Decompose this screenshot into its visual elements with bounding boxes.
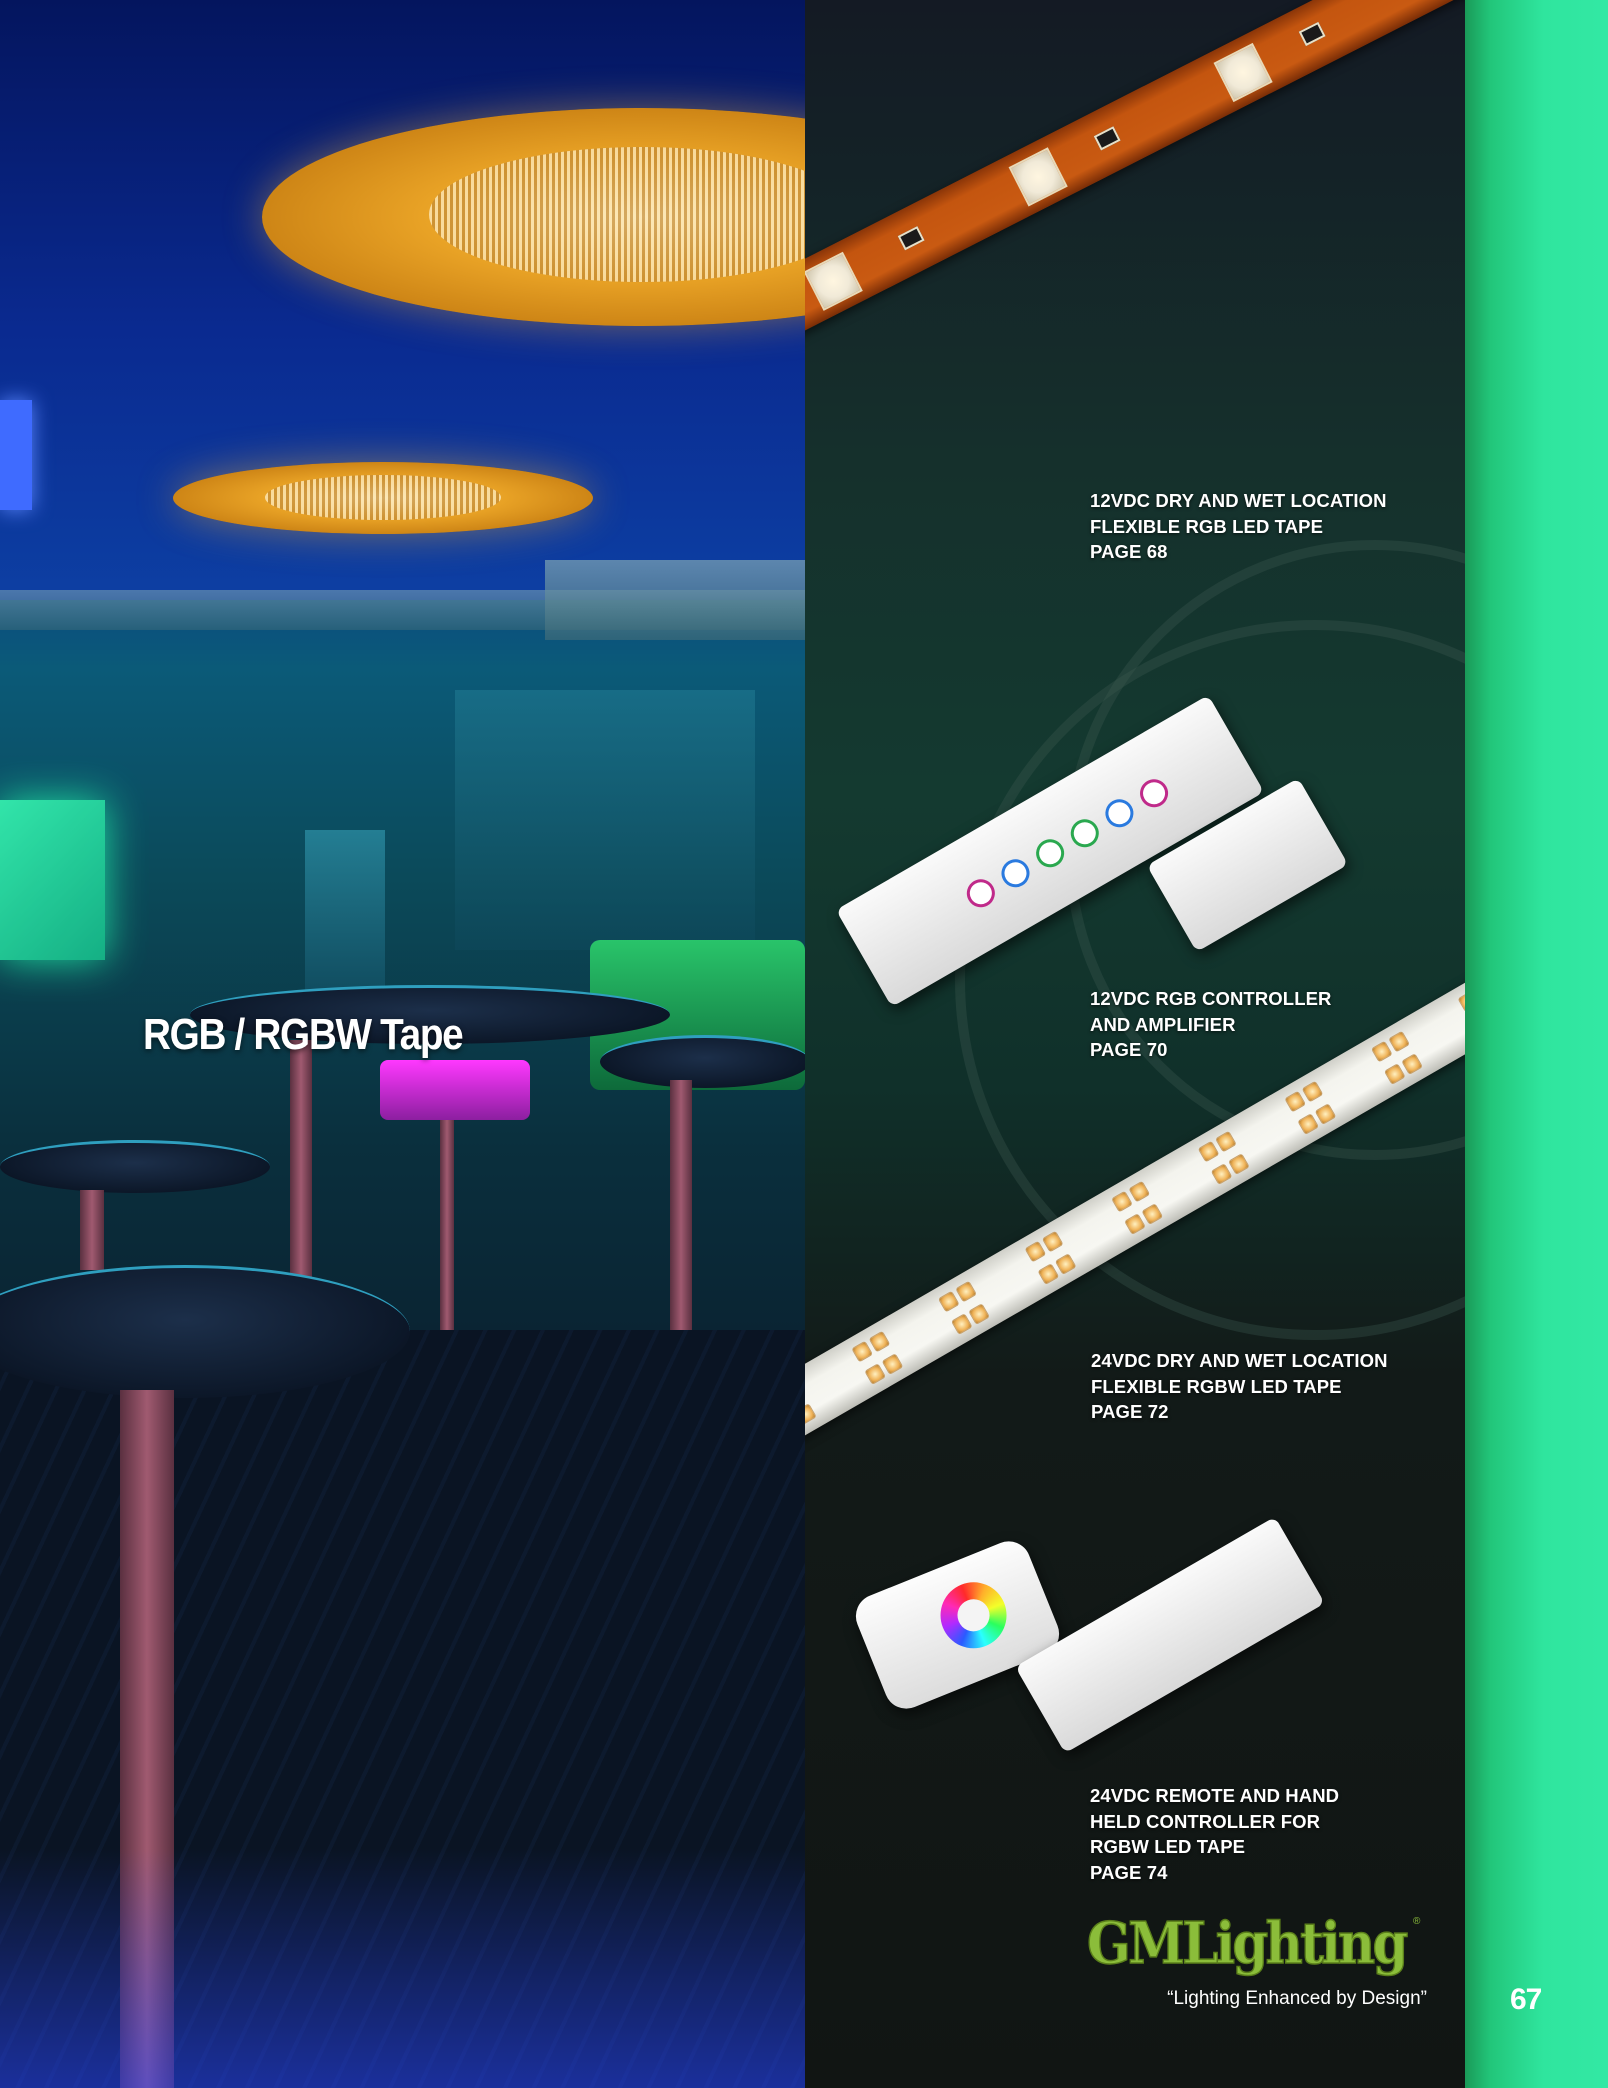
chair-leg bbox=[440, 1120, 454, 1330]
caption-line: 24VDC DRY AND WET LOCATION bbox=[1091, 1350, 1388, 1371]
caption-line: 12VDC DRY AND WET LOCATION bbox=[1090, 490, 1387, 511]
bar-table-right bbox=[600, 1035, 805, 1088]
caption-line: FLEXIBLE RGBW LED TAPE bbox=[1091, 1375, 1342, 1397]
caption-line: AND AMPLIFIER bbox=[1090, 1013, 1236, 1035]
caption-line: FLEXIBLE RGB LED TAPE bbox=[1090, 515, 1324, 537]
caption-remote-controller: 24VDC REMOTE AND HAND HELD CONTROLLER FO… bbox=[1090, 1783, 1339, 1885]
gmlighting-logo: GMLighting ® “Lighting Enhanced by Desig… bbox=[1086, 1909, 1427, 2040]
caption-rgb-controller: 12VDC RGB CONTROLLER AND AMPLIFIER PAGE … bbox=[1090, 986, 1332, 1063]
bar-table-mid bbox=[0, 1140, 270, 1193]
brand-tagline: “Lighting Enhanced by Design” bbox=[1167, 1988, 1427, 2009]
products-panel: 12VDC DRY AND WET LOCATION FLEXIBLE RGB … bbox=[805, 0, 1465, 2088]
floor-glow bbox=[0, 1848, 805, 2088]
caption-line: 12VDC RGB CONTROLLER bbox=[1090, 988, 1332, 1009]
catalog-page: RGB / RGBW Tape 12VDC DRY AND WET LOCATI… bbox=[0, 0, 1608, 2088]
neon-sign bbox=[0, 800, 105, 960]
ceiling-beam-2 bbox=[545, 560, 805, 640]
table-leg-mid bbox=[80, 1190, 104, 1270]
rgb-led-tape-image bbox=[805, 0, 1465, 388]
caption-rgb-tape: 12VDC DRY AND WET LOCATION FLEXIBLE RGB … bbox=[1090, 488, 1387, 565]
caption-page-ref: PAGE 70 bbox=[1090, 1039, 1168, 1060]
caption-line: HELD CONTROLLER FOR bbox=[1090, 1810, 1321, 1832]
back-window bbox=[455, 690, 755, 950]
magenta-chair bbox=[380, 1060, 530, 1120]
color-wheel bbox=[930, 1572, 1017, 1659]
doorway bbox=[305, 830, 385, 1010]
caption-page-ref: PAGE 72 bbox=[1091, 1401, 1169, 1422]
nightclub-photo: RGB / RGBW Tape bbox=[0, 0, 805, 2088]
remote-receiver-image bbox=[1015, 1516, 1325, 1754]
section-title: RGB / RGBW Tape bbox=[143, 1010, 464, 1059]
registered-mark: ® bbox=[1413, 1916, 1421, 1927]
caption-page-ref: PAGE 68 bbox=[1090, 541, 1168, 562]
page-number: 67 bbox=[1510, 1983, 1542, 2016]
caption-rgbw-tape: 24VDC DRY AND WET LOCATION FLEXIBLE RGBW… bbox=[1091, 1348, 1388, 1425]
chandelier-small bbox=[173, 462, 593, 534]
brand-name: GMLighting bbox=[1086, 1909, 1409, 1978]
caption-line: RGBW LED TAPE bbox=[1090, 1836, 1246, 1857]
caption-page-ref: PAGE 74 bbox=[1090, 1861, 1168, 1883]
caption-line: 24VDC REMOTE AND HAND bbox=[1090, 1785, 1340, 1806]
blue-light-strip bbox=[0, 400, 32, 510]
green-side-band bbox=[1465, 0, 1608, 2088]
